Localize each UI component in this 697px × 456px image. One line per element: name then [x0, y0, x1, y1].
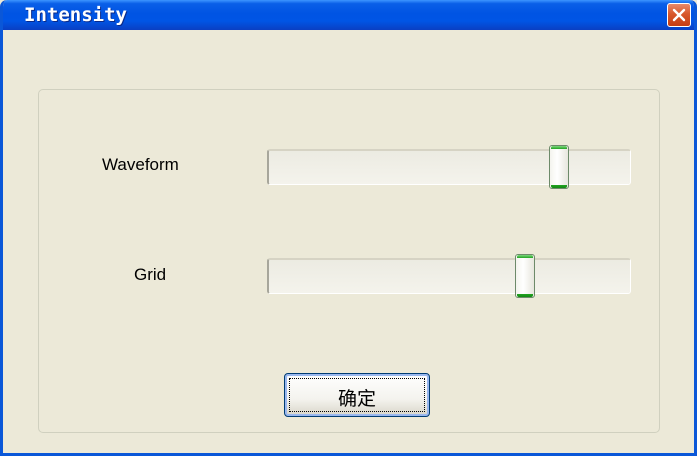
close-button[interactable] [667, 3, 691, 27]
title-bar[interactable]: Intensity [3, 0, 694, 30]
ok-button-label: 确定 [337, 388, 376, 410]
intensity-dialog: Intensity Waveform Grid 确定 [0, 0, 697, 456]
close-icon [672, 8, 686, 22]
thumb-bottom-accent [517, 294, 533, 297]
thumb-top-accent [551, 146, 567, 149]
waveform-slider[interactable] [267, 145, 631, 189]
ok-button[interactable]: 确定 [284, 373, 430, 417]
window-title: Intensity [24, 4, 127, 26]
thumb-bottom-accent [551, 185, 567, 188]
grid-slider[interactable] [267, 254, 631, 298]
waveform-label: Waveform [102, 155, 179, 174]
grid-slider-thumb[interactable] [515, 254, 535, 298]
grid-slider-track [269, 260, 630, 293]
thumb-top-accent [517, 255, 533, 258]
waveform-slider-track [269, 151, 630, 184]
grid-label: Grid [134, 265, 167, 284]
waveform-slider-thumb[interactable] [549, 145, 569, 189]
